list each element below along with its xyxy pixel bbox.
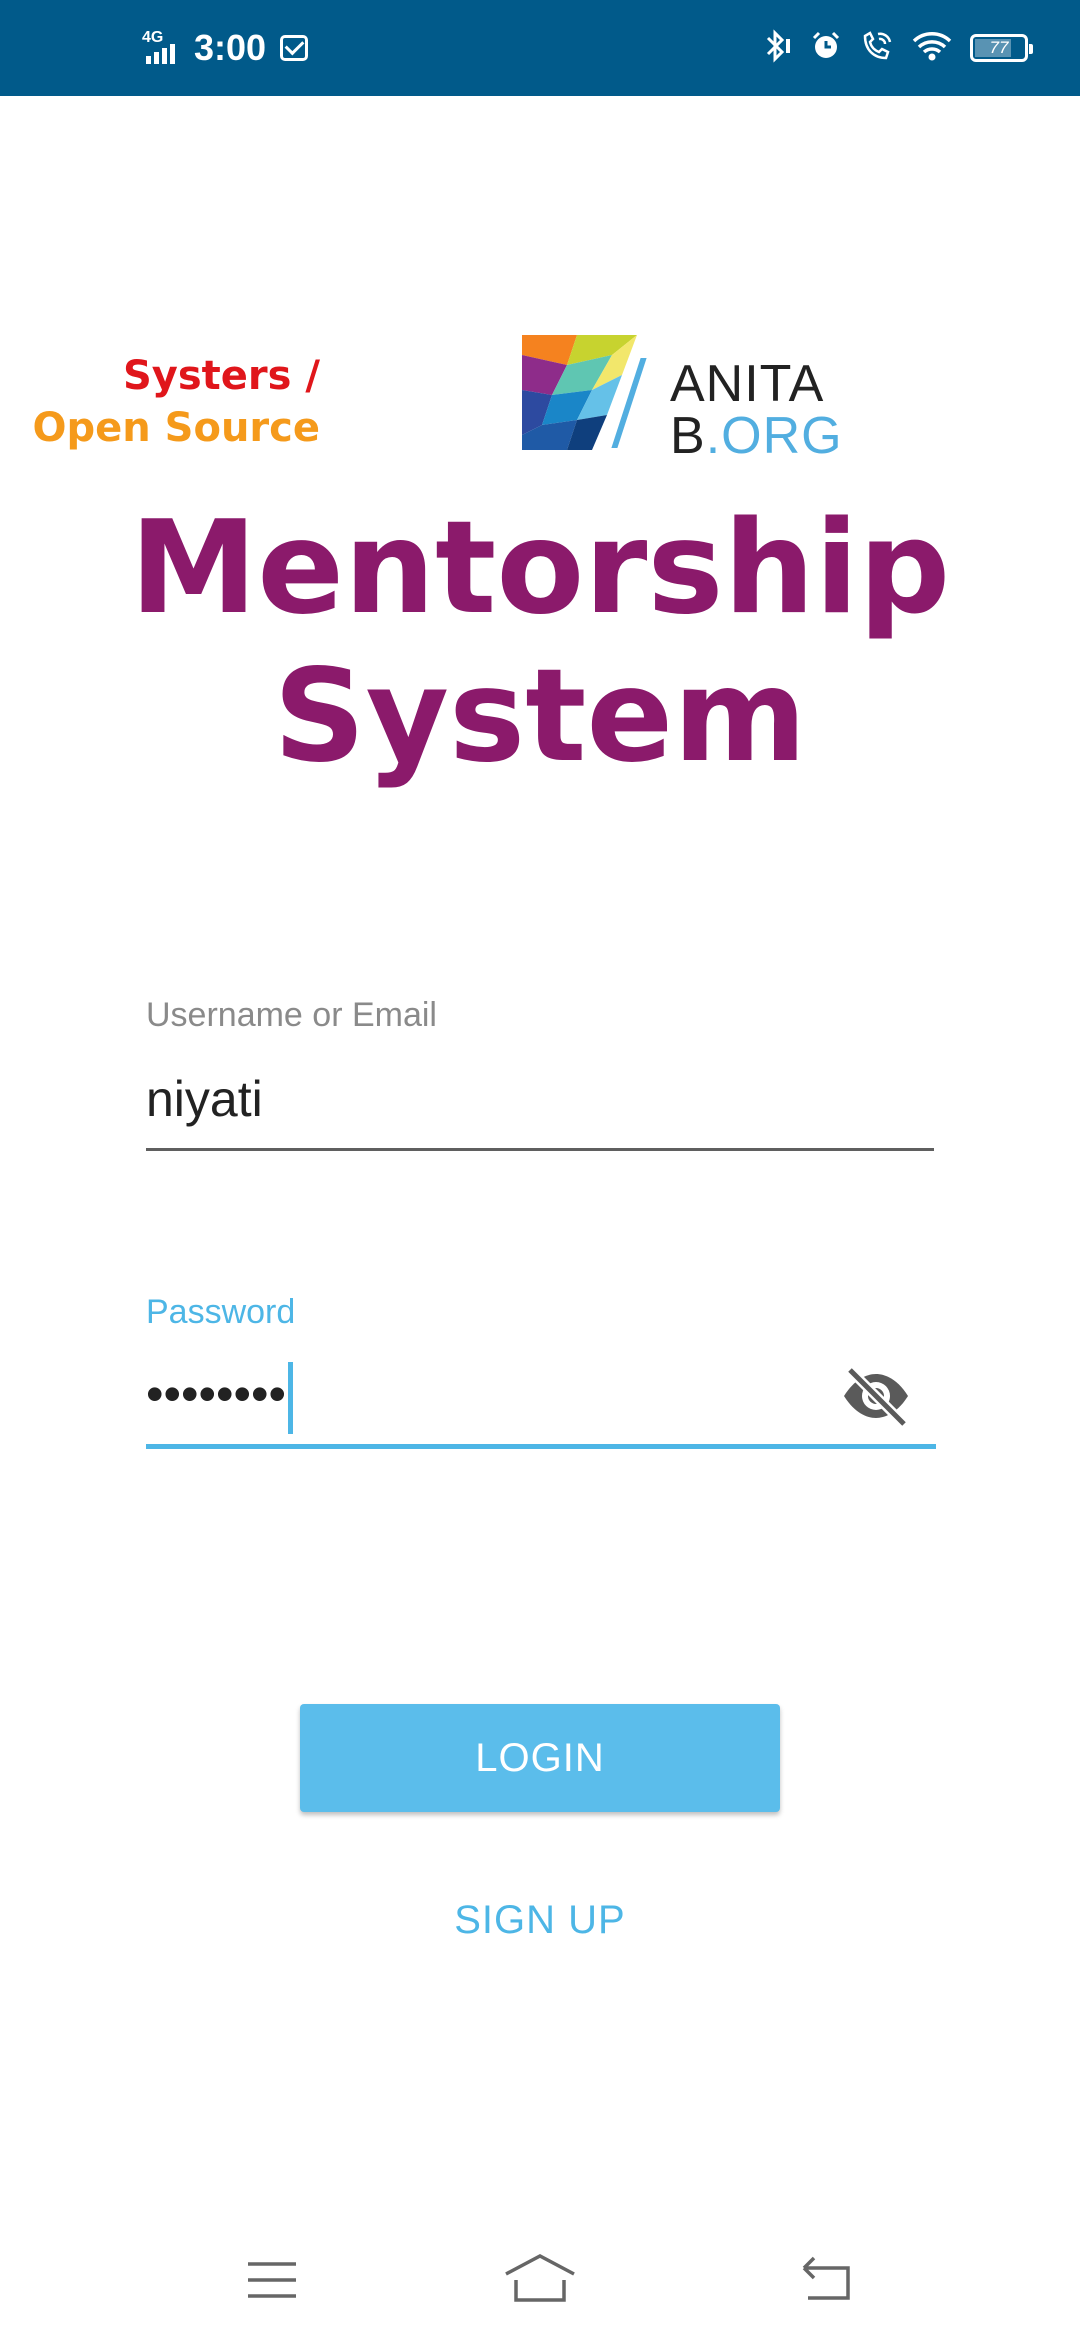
- wifi-calling-icon: [860, 30, 894, 67]
- anita-org-text: .ORG: [705, 407, 843, 465]
- home-icon[interactable]: [502, 2250, 578, 2310]
- menu-icon[interactable]: [242, 2250, 302, 2310]
- password-underline: [146, 1444, 936, 1449]
- eye-off-icon: [844, 1366, 908, 1428]
- battery-level: 77: [989, 38, 1009, 57]
- signup-button[interactable]: SIGN UP: [0, 1898, 1080, 1943]
- login-button[interactable]: LOGIN: [300, 1704, 780, 1812]
- status-bar: 4G 3:00 77: [0, 0, 1080, 96]
- app-title-line2: System: [273, 642, 807, 791]
- anita-text: ANITA: [670, 355, 825, 413]
- anita-b-text: B: [670, 407, 706, 465]
- wifi-icon: [912, 31, 952, 66]
- text-cursor: [288, 1362, 294, 1434]
- systers-text: Systers /: [122, 353, 320, 399]
- app-title-line1: Mentorship: [129, 494, 951, 643]
- password-value: ••••••••: [146, 1366, 287, 1423]
- alarm-icon: [810, 30, 842, 67]
- logo: Systers / Open Source ANITA B.ORG: [33, 330, 860, 462]
- password-field[interactable]: ••••••••: [146, 1362, 934, 1434]
- status-bar-right: 77: [762, 0, 1033, 96]
- systers-logo: Systers / Open Source: [33, 350, 321, 454]
- username-field[interactable]: niyati: [146, 1070, 934, 1128]
- back-icon[interactable]: [796, 2250, 856, 2310]
- signal-icon: 4G: [140, 28, 180, 68]
- anitab-text: ANITA B.ORG: [670, 358, 843, 462]
- battery-icon: 77: [970, 34, 1033, 62]
- system-navigation-bar: [0, 2220, 1080, 2340]
- status-bar-left: 4G 3:00: [140, 0, 309, 96]
- username-underline: [146, 1148, 934, 1151]
- toggle-password-visibility-button[interactable]: [838, 1364, 914, 1428]
- username-label: Username or Email: [146, 996, 437, 1034]
- bluetooth-icon: [762, 28, 792, 68]
- app-title: Mentorship System: [0, 495, 1080, 791]
- mail-icon: [280, 35, 309, 61]
- clock: 3:00: [194, 27, 267, 68]
- password-label: Password: [146, 1293, 296, 1331]
- open-source-text: Open Source: [32, 405, 321, 451]
